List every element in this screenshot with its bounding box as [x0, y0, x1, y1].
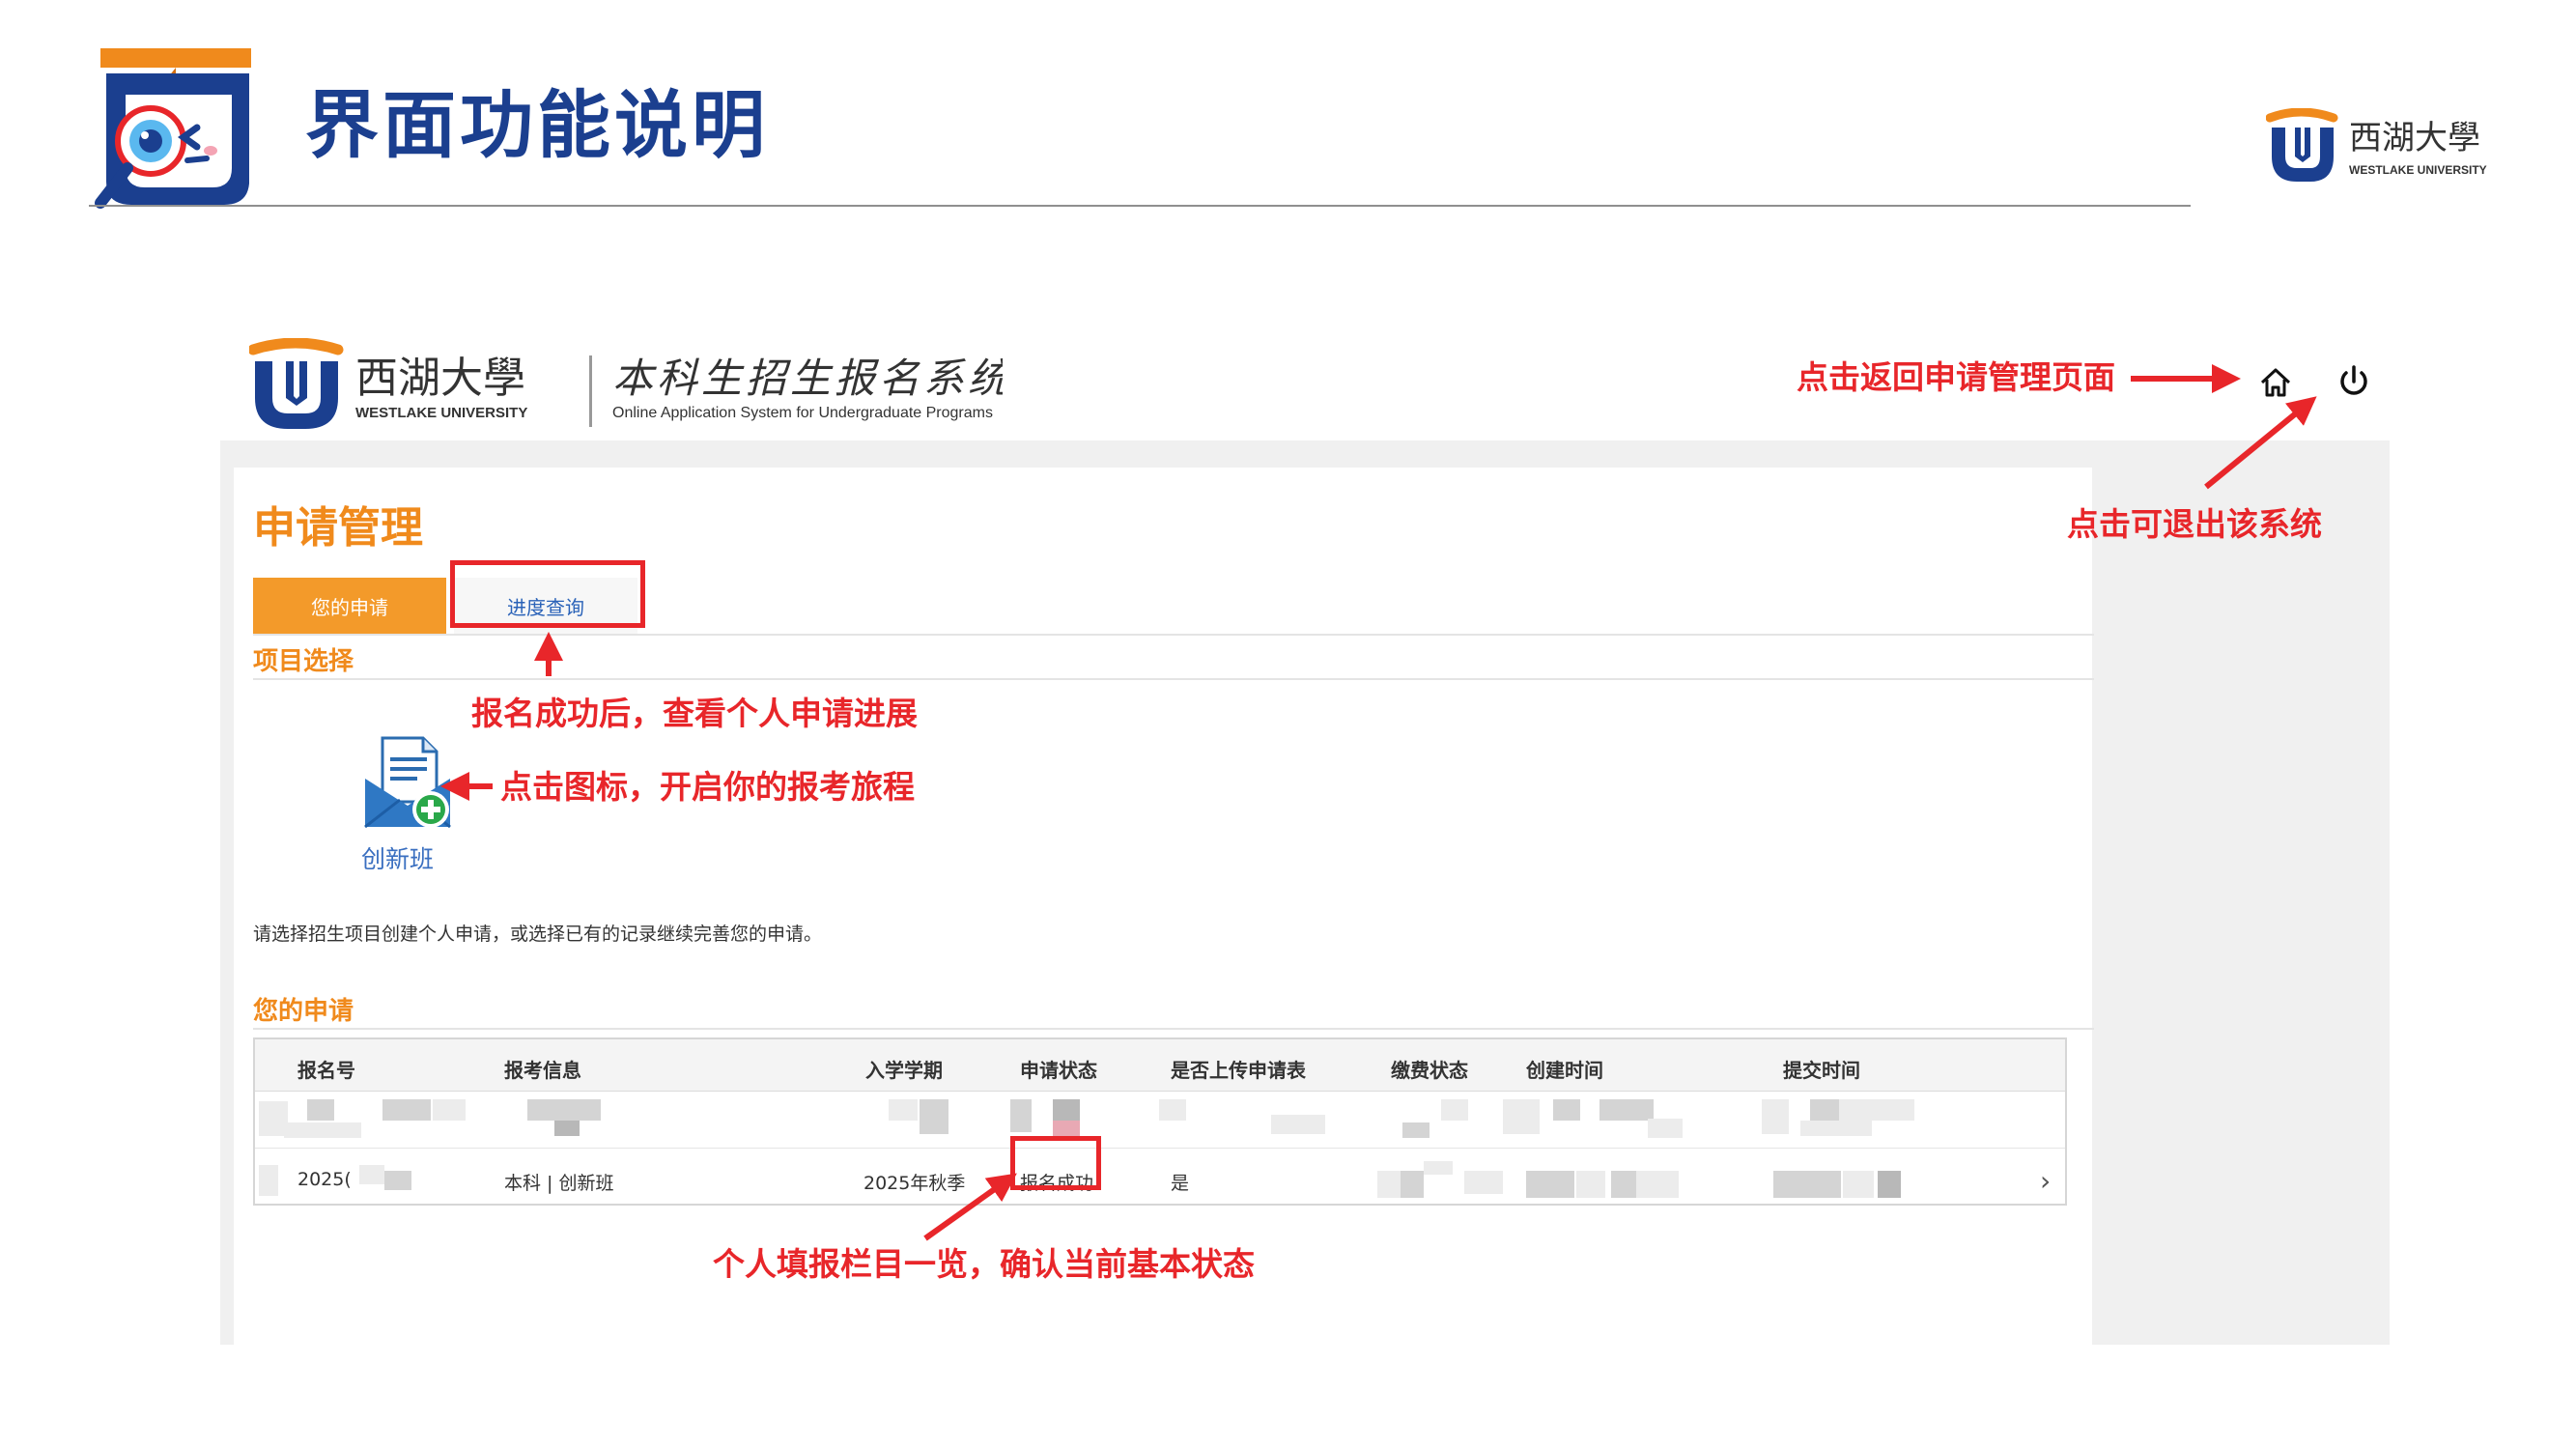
- svg-text:WESTLAKE UNIVERSITY: WESTLAKE UNIVERSITY: [2349, 163, 2487, 177]
- page-title: 申请管理: [253, 503, 423, 553]
- svg-text:西湖大學: 西湖大學: [2349, 119, 2480, 157]
- tab-divider: [253, 634, 2094, 636]
- table-header: 报名号 报考信息 入学学期 申请状态 是否上传申请表 缴费状态 创建时间 提交时…: [255, 1039, 2065, 1092]
- annotation-list: 个人填报栏目一览，确认当前基本状态: [713, 1245, 1255, 1283]
- svg-text:WESTLAKE UNIVERSITY: WESTLAKE UNIVERSITY: [355, 405, 527, 421]
- create-application-icon[interactable]: [361, 734, 454, 831]
- cell-application-id: 2025(: [297, 1169, 352, 1190]
- westlake-logo-icon: 西湖大學 WESTLAKE UNIVERSITY: [2265, 107, 2487, 182]
- col-header-payment: 缴费状态: [1391, 1059, 1468, 1082]
- col-header-id: 报名号: [297, 1059, 355, 1082]
- section-divider: [253, 1028, 2094, 1030]
- slide-title: 界面功能说明: [305, 82, 769, 168]
- applications-table: 报名号 报考信息 入学学期 申请状态 是否上传申请表 缴费状态 创建时间 提交时…: [253, 1037, 2067, 1206]
- system-logo: 西湖大學 WESTLAKE UNIVERSITY 本科生招生报名系统 Onlin…: [249, 338, 1003, 429]
- cell-term: 2025年秋季: [863, 1173, 966, 1194]
- annotation-logout: 点击可退出该系统: [2067, 505, 2322, 543]
- home-icon[interactable]: [2256, 363, 2295, 402]
- status-cell-highlight: [1010, 1136, 1101, 1190]
- annotation-progress: 报名成功后，查看个人申请进展: [471, 695, 918, 732]
- create-program-label[interactable]: 创新班: [361, 840, 434, 875]
- cell-application-info: 本科 | 创新班: [504, 1173, 614, 1194]
- svg-text:本科生招生报名系统: 本科生招生报名系统: [612, 355, 1003, 402]
- title-divider: [89, 205, 2191, 207]
- annotation-create: 点击图标，开启你的报考旅程: [500, 768, 915, 806]
- cell-uploaded: 是: [1171, 1173, 1190, 1194]
- annotation-home: 点击返回申请管理页面: [1797, 358, 2115, 396]
- section-divider: [253, 678, 2094, 680]
- project-section-title: 项目选择: [253, 647, 354, 676]
- col-header-uploaded: 是否上传申请表: [1171, 1059, 1306, 1082]
- page-side-strip: [2092, 468, 2390, 1345]
- magnifier-book-icon: [95, 48, 251, 209]
- svg-text:Online Application System for: Online Application System for Undergradu…: [612, 405, 993, 421]
- tab-my-applications[interactable]: 您的申请: [253, 578, 446, 634]
- row-chevron-right-icon[interactable]: ›: [2040, 1165, 2051, 1197]
- row-divider: [255, 1148, 2065, 1149]
- col-header-status: 申请状态: [1020, 1059, 1097, 1082]
- power-icon[interactable]: [2334, 361, 2374, 402]
- progress-tab-highlight: [450, 560, 645, 628]
- westlake-corner-logo: 西湖大學 WESTLAKE UNIVERSITY: [2265, 107, 2556, 189]
- col-header-info: 报考信息: [504, 1059, 581, 1082]
- col-header-term: 入学学期: [865, 1059, 943, 1082]
- col-header-submitted: 提交时间: [1783, 1059, 1860, 1082]
- svg-text:西湖大學: 西湖大學: [355, 354, 525, 403]
- instruction-text: 请选择招生项目创建个人申请，或选择已有的记录继续完善您的申请。: [253, 923, 823, 945]
- col-header-created: 创建时间: [1526, 1059, 1603, 1082]
- system-screenshot: 西湖大學 WESTLAKE UNIVERSITY 本科生招生报名系统 Onlin…: [220, 325, 2390, 1345]
- applications-section-title: 您的申请: [253, 997, 354, 1026]
